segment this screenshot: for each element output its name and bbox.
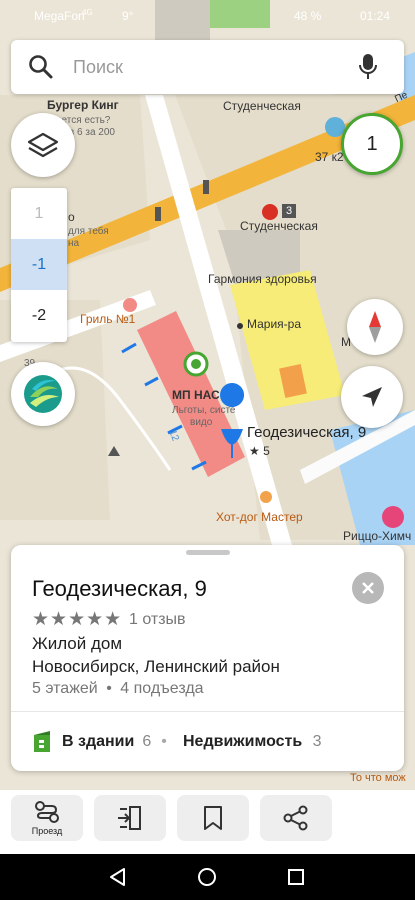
close-icon [362, 582, 374, 594]
poi-studencheskaya-top[interactable]: Студенческая [223, 99, 301, 113]
clock: 01:24 [360, 9, 391, 23]
layers-button[interactable] [11, 113, 75, 177]
battery-level: 48 % [294, 9, 322, 23]
route-icon [35, 801, 59, 823]
bookmark-icon [204, 806, 222, 830]
bottom-toolbar: Проезд [0, 790, 415, 854]
poi-mp-sub2: видо [190, 417, 213, 428]
route-label: Проезд [31, 826, 63, 836]
in-building-link[interactable]: В здании 6 • [32, 730, 177, 754]
house-number-37: 37 к2 [315, 150, 344, 164]
poi-cut-left-1: о [68, 210, 75, 224]
status-bar: MegaFon 4G 9° 48 % 01:24 [0, 0, 415, 32]
in-building-count: 6 [142, 733, 152, 750]
carrier-name: MegaFon [34, 9, 85, 23]
bookmark-button[interactable] [177, 795, 249, 841]
search-input[interactable]: Поиск [73, 57, 123, 78]
in-building-label: В здании [62, 733, 135, 750]
close-button[interactable] [352, 572, 384, 604]
route-list-button[interactable] [94, 795, 166, 841]
compass-icon [369, 311, 381, 343]
poi-hotdog[interactable]: Хот-дог Мастер [216, 510, 303, 524]
poi-cut-left-2: для тебя [68, 226, 109, 237]
system-nav-bar [0, 854, 415, 900]
rating-stars: ★★★★★ [32, 609, 123, 630]
divider [11, 711, 404, 712]
network-type: 4G [82, 8, 93, 17]
route-list-icon [118, 806, 141, 830]
building-icon [34, 731, 50, 752]
cluster-count: 1 [366, 132, 378, 155]
reviews-link[interactable]: 1 отзыв [129, 611, 186, 629]
location-arrow-icon [362, 387, 382, 407]
my-location-button[interactable] [341, 366, 403, 428]
back-icon[interactable] [108, 867, 128, 887]
search-icon [29, 55, 53, 79]
floor-button-minus-2[interactable]: -2 [11, 290, 67, 341]
share-icon [283, 805, 308, 831]
poi-grill[interactable]: Гриль №1 [80, 312, 135, 326]
mic-icon[interactable] [357, 52, 379, 82]
place-card[interactable]: Геодезическая, 9 ★★★★★ 1 отзыв Жилой дом… [11, 545, 404, 771]
poi-maria-ra[interactable]: Мария-ра [247, 317, 301, 331]
selected-building-rating: ★ 5 [249, 444, 270, 458]
search-bar[interactable]: Поиск [11, 40, 404, 94]
realty-label: Недвижимость [183, 733, 303, 750]
cluster-badge[interactable]: 1 [341, 113, 403, 175]
metro-line-number: 3 [286, 205, 293, 217]
place-location: Новосибирск, Ленинский район [32, 657, 280, 676]
selected-building-label[interactable]: Геодезическая, 9 [247, 424, 366, 441]
compass-button[interactable] [347, 299, 403, 355]
floor-button-minus-1[interactable]: -1 [11, 239, 67, 290]
floor-selector[interactable]: 1 -1 -2 [11, 188, 67, 342]
dot-separator: • [106, 680, 112, 697]
metro-studencheskaya[interactable]: Студенческая [240, 219, 318, 233]
route-button[interactable]: Проезд [11, 795, 83, 841]
place-title: Геодезическая, 9 [32, 576, 207, 601]
poi-burger-king[interactable]: Бургер Кинг [47, 98, 119, 112]
poi-harmony[interactable]: Гармония здоровья [208, 272, 317, 286]
poi-bottom-cut: То что мож [350, 772, 406, 784]
home-icon[interactable] [197, 867, 217, 887]
poi-rizzo[interactable]: Риццо-Химч [343, 529, 411, 543]
assistant-button[interactable] [11, 362, 75, 426]
place-type: Жилой дом [32, 634, 123, 653]
entrances-count: 4 подъезда [120, 680, 204, 697]
poi-mp-sub1: Льготы, систе [172, 405, 236, 416]
recents-icon[interactable] [286, 867, 306, 887]
layers-icon [27, 132, 59, 158]
share-button[interactable] [260, 795, 332, 841]
realty-count: 3 [312, 733, 322, 750]
assistant-logo-icon [24, 375, 62, 413]
card-drag-handle[interactable] [186, 550, 230, 555]
poi-mp-nas[interactable]: МП НАС [172, 388, 220, 402]
place-details: 5 этажей • 4 подъезда [32, 680, 204, 698]
poi-cut-left-3: на [68, 238, 80, 249]
realty-link[interactable]: Недвижимость 3 [183, 733, 322, 751]
floor-button-1[interactable]: 1 [11, 188, 67, 239]
floors-count: 5 этажей [32, 680, 98, 697]
temperature: 9° [122, 9, 134, 23]
dot-separator: • [161, 733, 167, 750]
